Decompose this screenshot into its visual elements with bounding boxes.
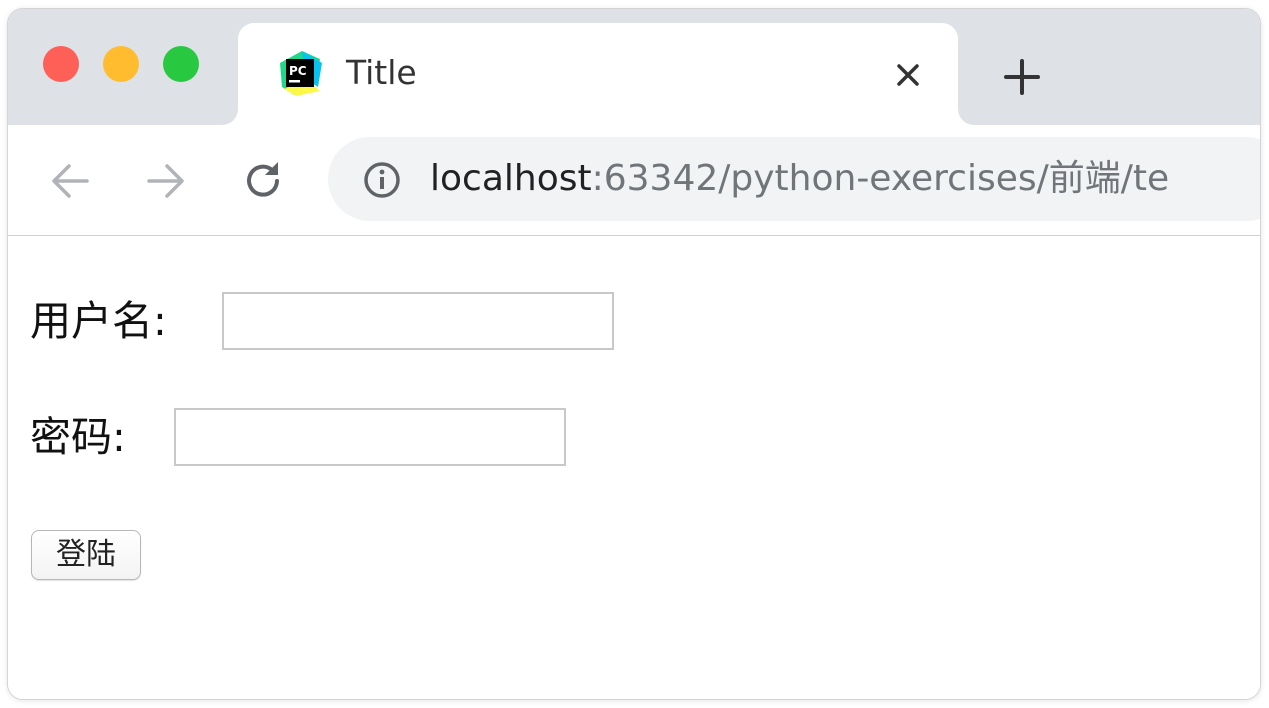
url-text[interactable]: localhost:63342/python-exercises/前端/te [430,157,1169,201]
username-input[interactable] [222,292,614,350]
window-maximize-button[interactable] [163,46,199,82]
page-content: 用户名: 密码: 登陆 [8,236,1260,699]
url-path: :63342/python-exercises/前端/te [591,158,1170,199]
password-label: 密码: [30,413,126,461]
browser-toolbar: localhost:63342/python-exercises/前端/te [8,125,1260,236]
login-button[interactable]: 登陆 [31,530,141,580]
forward-arrow-icon[interactable] [143,158,189,204]
password-input[interactable] [174,408,566,466]
window-close-button[interactable] [43,46,79,82]
plus-icon[interactable] [1000,55,1044,99]
username-label: 用户名: [30,297,167,345]
reload-icon[interactable] [240,158,286,204]
back-arrow-icon[interactable] [47,158,93,204]
browser-tab[interactable]: PC Title [238,23,958,125]
pycharm-favicon-icon: PC [280,51,322,96]
tab-title: Title [346,53,417,92]
favicon-text: PC [289,64,307,78]
window-minimize-button[interactable] [103,46,139,82]
info-icon[interactable] [362,160,402,200]
title-bar: PC Title [8,9,1260,125]
url-host: localhost [430,158,592,199]
address-bar[interactable]: localhost:63342/python-exercises/前端/te [328,137,1260,221]
browser-window: PC Title localhost:63342/python-exercise… [7,8,1261,700]
close-icon[interactable] [890,57,926,93]
